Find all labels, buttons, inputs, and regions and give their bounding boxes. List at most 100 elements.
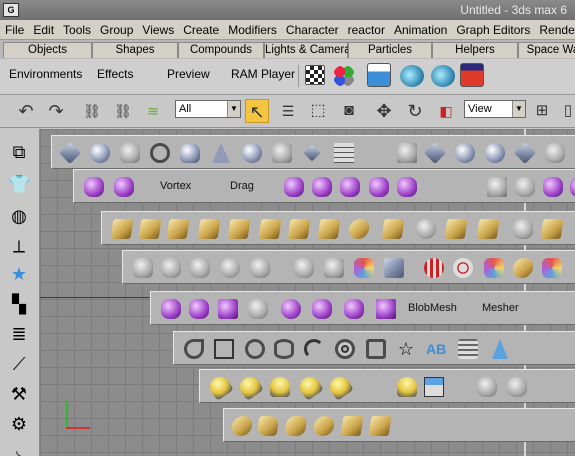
compass-icon[interactable] [368,416,392,436]
tab-space-warps[interactable]: Space Wa [518,42,575,58]
selection-filter-select[interactable]: All ▼ [175,100,241,118]
scatter-icon[interactable] [189,299,209,319]
select-and-rotate-icon[interactable]: ↻ [403,99,427,123]
lattice-icon[interactable] [444,219,468,239]
redo-icon[interactable]: ↷ [44,99,68,123]
gravity-icon[interactable] [84,177,104,197]
wrench-icon[interactable]: ⚒ [8,383,30,405]
preview-button[interactable]: Preview [167,67,210,81]
push-icon[interactable] [287,219,311,239]
teapot-icon[interactable] [180,143,200,163]
blobmesh-label[interactable]: BlobMesh [408,302,457,314]
target-spot-icon[interactable] [206,373,234,401]
tab-objects[interactable]: Objects [3,42,92,58]
tab-lights-cameras[interactable]: Lights & Cameras [264,42,356,58]
edit-mesh-icon[interactable] [324,258,344,278]
edit-patch-icon[interactable] [354,258,374,278]
menu-create[interactable]: Create [178,20,223,37]
render-scene-icon[interactable] [367,63,391,87]
cone-icon[interactable] [212,143,230,163]
mesh-smooth-icon[interactable] [133,258,153,278]
skew-icon[interactable] [416,219,436,239]
squeeze-icon[interactable] [258,219,282,239]
select-object-icon[interactable]: ↖ [245,99,269,123]
unwrap-uvw-icon[interactable] [453,258,473,278]
wave-icon[interactable] [543,177,563,197]
vertex-weld-icon[interactable] [250,258,270,278]
menu-reactor[interactable]: reactor [343,20,389,37]
skylight-icon[interactable] [397,377,417,397]
noise-icon[interactable] [197,219,221,239]
ripple-mod-icon[interactable] [347,219,371,239]
box-icon[interactable] [58,141,82,165]
collapse-icon[interactable]: ◟ [8,439,30,456]
environments-button[interactable]: Environments [9,67,82,81]
stand-icon[interactable]: ⟂ [8,235,30,257]
tab-shapes[interactable]: Shapes [92,42,178,58]
text-shape-icon[interactable]: AB [426,339,446,359]
omniflector-icon[interactable] [397,177,417,197]
tessellate-icon[interactable] [161,258,181,278]
loft-icon[interactable] [376,299,396,319]
connect-icon[interactable] [248,299,268,319]
bend-icon[interactable] [110,219,134,239]
uvw-map-icon[interactable] [424,258,444,278]
vortex-label[interactable]: Vortex [160,180,191,192]
menu-group[interactable]: Group [95,20,137,37]
menu-animation[interactable]: Animation [389,20,451,37]
plane-icon[interactable] [334,143,354,163]
stretch-icon[interactable] [227,219,251,239]
shell-icon[interactable] [384,258,404,278]
point-helper-icon[interactable] [256,416,280,436]
mesher-label[interactable]: Mesher [482,302,519,314]
sunlight-icon[interactable] [424,377,444,397]
menu-modifiers[interactable]: Modifiers [223,20,281,37]
boolean-icon[interactable] [312,299,332,319]
gear-icon[interactable]: ⚙ [8,413,30,435]
conform-icon[interactable] [218,299,238,319]
morph-icon[interactable] [161,299,181,319]
bind-space-warp-icon[interactable]: ≋ [141,99,165,123]
ngon-icon[interactable] [366,339,386,359]
menu-rendering[interactable]: Rendering [534,20,575,37]
ring-wave-icon[interactable] [545,143,565,163]
circle-icon[interactable] [245,339,265,359]
wave-mod-icon[interactable] [381,219,405,239]
map-scaler-icon[interactable] [484,258,504,278]
spring-icon[interactable]: ≣ [8,323,30,345]
boxes-icon[interactable]: ⧉ [8,141,30,163]
star-shape-icon[interactable]: ☆ [396,339,416,359]
tab-helpers[interactable]: Helpers [432,42,518,58]
slice-icon[interactable] [476,219,500,239]
oil-tank-icon[interactable] [455,143,475,163]
gengon-icon[interactable] [513,141,537,165]
optimize-icon[interactable] [190,258,210,278]
dummy-icon[interactable] [230,416,254,436]
material-editor-icon[interactable] [333,65,355,87]
line-icon[interactable] [184,339,204,359]
protractor-icon[interactable] [340,416,364,436]
app-logo-icon[interactable]: G [3,3,19,17]
sphere-icon[interactable] [90,143,110,163]
material-checker-icon[interactable] [305,65,325,85]
window-crossing-icon[interactable]: ◙ [337,99,361,123]
menu-character[interactable]: Character [281,20,343,37]
drag-label[interactable]: Drag [230,180,254,192]
donut-icon[interactable] [335,339,355,359]
select-by-name-icon[interactable]: ☰ [276,99,300,123]
ffd-cyl-icon[interactable] [515,177,535,197]
displace-icon[interactable] [340,177,360,197]
shapemerge-icon[interactable] [281,299,301,319]
relax-icon[interactable] [317,219,341,239]
mirror-icon[interactable]: ▯ [556,99,575,123]
pbomb-icon[interactable] [312,177,332,197]
ffd-box-icon[interactable] [487,177,507,197]
section-icon[interactable] [492,339,508,359]
target-camera-icon[interactable] [477,377,497,397]
teapot-render-icon[interactable] [400,65,424,87]
hedra-icon[interactable] [397,143,417,163]
multires-icon[interactable] [220,258,240,278]
ellipse-icon[interactable] [274,339,294,359]
pivot-center-icon[interactable]: ⊞ [530,99,554,123]
terrain-icon[interactable] [344,299,364,319]
